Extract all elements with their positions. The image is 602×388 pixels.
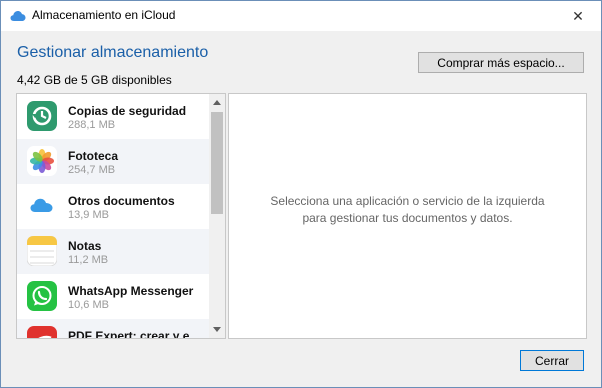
app-size: 11,2 MB (68, 254, 109, 266)
close-button[interactable]: ✕ (555, 1, 601, 31)
list-item[interactable]: Copias de seguridad 288,1 MB (17, 94, 209, 139)
app-size: 10,6 MB (68, 299, 109, 311)
app-name: PDF Expert: crear y e... (68, 329, 200, 339)
list-item[interactable]: Fototeca 254,7 MB (17, 139, 209, 184)
list-item[interactable]: PDF Expert: crear y e... (17, 319, 209, 339)
backup-icon (27, 101, 57, 131)
scroll-thumb[interactable] (211, 112, 223, 214)
window-title: Almacenamiento en iCloud (32, 8, 176, 22)
title-bar: Almacenamiento en iCloud ✕ (1, 1, 601, 31)
buy-more-storage-button[interactable]: Comprar más espacio... (418, 52, 584, 73)
storage-available-text: 4,42 GB de 5 GB disponibles (17, 73, 172, 87)
scroll-up-button[interactable] (209, 94, 225, 111)
scroll-down-button[interactable] (209, 321, 225, 338)
app-name: Copias de seguridad (68, 104, 187, 118)
icloud-drive-icon (27, 191, 57, 221)
chevron-down-icon (213, 327, 221, 332)
detail-panel: Selecciona una aplicación o servicio de … (228, 93, 587, 339)
app-size: 254,7 MB (68, 164, 116, 176)
app-name: Notas (68, 239, 102, 253)
icloud-icon (10, 9, 26, 21)
detail-empty-message: Selecciona una aplicación o servicio de … (270, 194, 545, 225)
app-name: Fototeca (68, 149, 119, 163)
whatsapp-icon (27, 281, 57, 311)
page-title: Gestionar almacenamiento (17, 44, 209, 61)
close-dialog-button[interactable]: Cerrar (520, 350, 584, 371)
app-storage-list[interactable]: Copias de seguridad 288,1 MB Fototeca 25… (16, 93, 226, 339)
notes-icon (26, 235, 58, 267)
app-size: 13,9 MB (68, 209, 109, 221)
pdf-expert-icon (27, 326, 57, 338)
chevron-up-icon (213, 100, 221, 105)
app-name: Otros documentos (68, 194, 175, 208)
close-icon: ✕ (572, 7, 584, 24)
list-scrollbar[interactable] (209, 94, 225, 338)
icloud-storage-window: Almacenamiento en iCloud ✕ Gestionar alm… (0, 0, 602, 388)
app-size: 288,1 MB (68, 119, 116, 131)
photos-icon (27, 146, 57, 176)
list-item[interactable]: Notas 11,2 MB (17, 229, 209, 274)
list-item[interactable]: WhatsApp Messenger 10,6 MB (17, 274, 209, 319)
list-item[interactable]: Otros documentos 13,9 MB (17, 184, 209, 229)
app-name: WhatsApp Messenger (68, 284, 194, 298)
